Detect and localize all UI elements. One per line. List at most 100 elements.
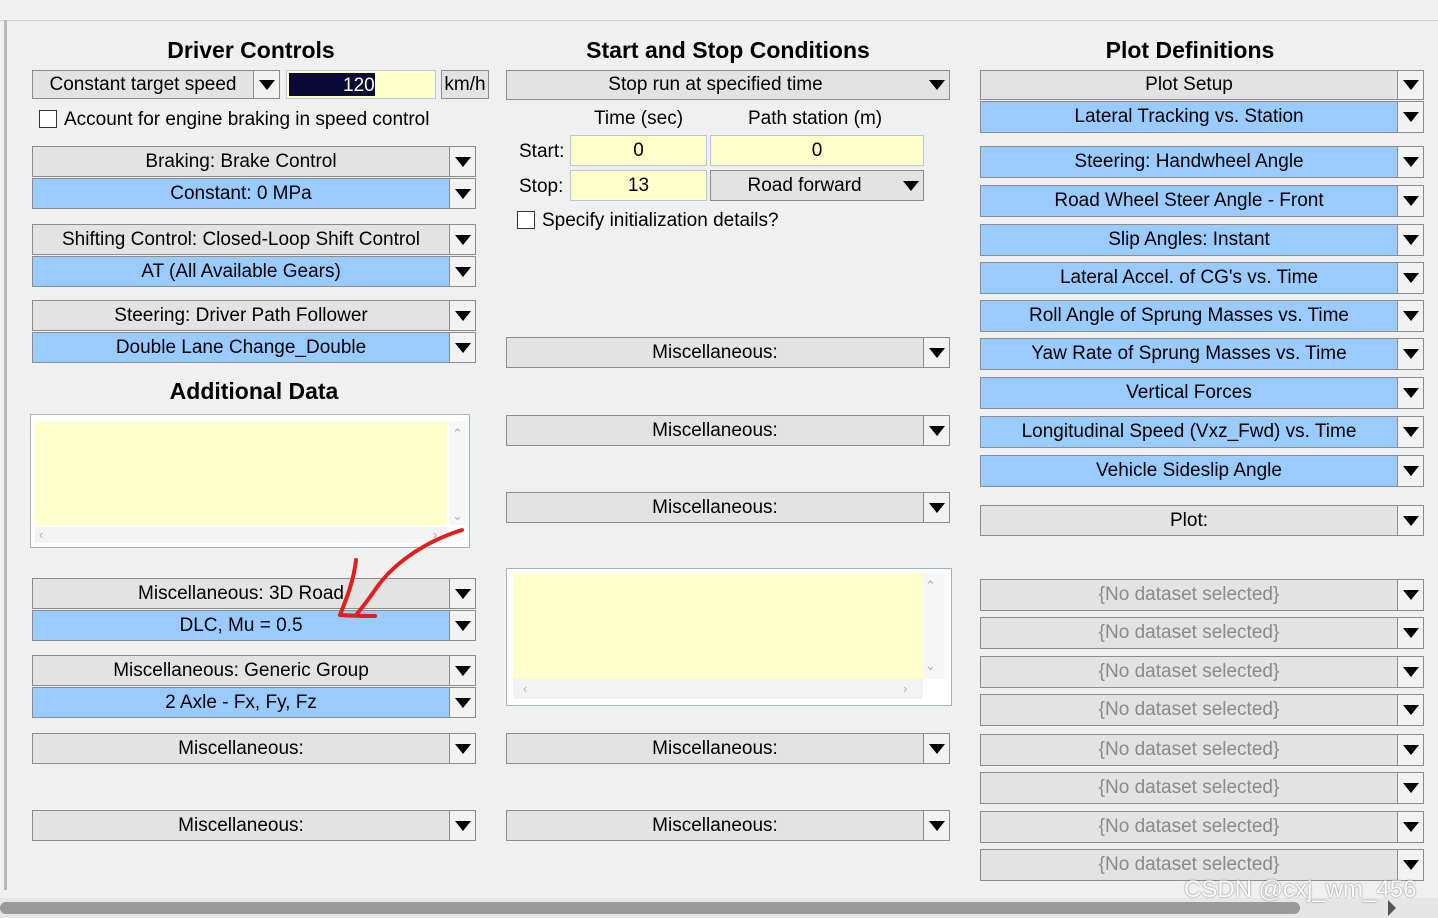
scroll-up-icon[interactable]: ⌃ bbox=[925, 579, 936, 592]
stop-station-dropdown[interactable]: Road forward bbox=[710, 170, 924, 201]
speed-mode-label: Constant target speed bbox=[49, 73, 237, 95]
chevron-down-icon[interactable] bbox=[449, 257, 475, 286]
chevron-down-icon[interactable] bbox=[1397, 812, 1423, 842]
misc-group-dataset-dropdown[interactable]: 2 Axle - Fx, Fy, Fz bbox=[32, 687, 476, 718]
speed-value-field[interactable]: 120 bbox=[286, 70, 436, 99]
scroll-left-icon[interactable]: ‹ bbox=[523, 682, 527, 695]
empty-plot-slot[interactable]: {No dataset selected} bbox=[980, 734, 1424, 766]
plot-item-label: Steering: Handwheel Angle bbox=[1074, 151, 1304, 172]
stop-mode-dropdown[interactable]: Stop run at specified time bbox=[506, 70, 950, 100]
misc-label: Miscellaneous: bbox=[178, 737, 304, 759]
chevron-down-icon[interactable] bbox=[449, 147, 475, 176]
chevron-down-icon[interactable] bbox=[1397, 456, 1423, 486]
braking-dropdown[interactable]: Braking: Brake Control bbox=[32, 146, 476, 177]
plot-item-dropdown[interactable]: Steering: Handwheel Angle bbox=[980, 146, 1424, 178]
chevron-down-icon[interactable] bbox=[923, 811, 949, 840]
chevron-down-icon[interactable] bbox=[449, 734, 475, 763]
chevron-down-icon[interactable] bbox=[1397, 301, 1423, 331]
misc-group-dropdown[interactable]: Miscellaneous: Generic Group bbox=[32, 655, 476, 686]
chevron-down-icon[interactable] bbox=[923, 734, 949, 763]
plot-item-dropdown[interactable]: Vertical Forces bbox=[980, 377, 1424, 409]
plot-item-dropdown[interactable]: Road Wheel Steer Angle - Front bbox=[980, 185, 1424, 217]
chevron-down-icon[interactable] bbox=[1397, 580, 1423, 610]
chevron-down-icon[interactable] bbox=[449, 179, 475, 208]
plot-item-dropdown[interactable]: Lateral Accel. of CG's vs. Time bbox=[980, 262, 1424, 294]
scroll-right-icon[interactable]: › bbox=[903, 682, 907, 695]
start-time-field[interactable]: 0 bbox=[570, 135, 707, 166]
chevron-down-icon[interactable] bbox=[449, 333, 475, 362]
plot-item-dropdown[interactable]: Yaw Rate of Sprung Masses vs. Time bbox=[980, 338, 1424, 370]
plot-dropdown[interactable]: Plot: bbox=[980, 505, 1424, 536]
braking-dataset-dropdown[interactable]: Constant: 0 MPa bbox=[32, 178, 476, 209]
misc-dropdown-5[interactable]: Miscellaneous: bbox=[506, 492, 950, 523]
misc-dropdown-2[interactable]: Miscellaneous: bbox=[32, 810, 476, 841]
chevron-down-icon[interactable] bbox=[449, 811, 475, 840]
horizontal-scrollbar[interactable] bbox=[513, 679, 923, 699]
steering-dataset-dropdown[interactable]: Double Lane Change_Double bbox=[32, 332, 476, 363]
chevron-down-icon[interactable] bbox=[898, 171, 923, 200]
empty-plot-slot[interactable]: {No dataset selected} bbox=[980, 811, 1424, 843]
chevron-down-icon[interactable] bbox=[923, 338, 949, 367]
engine-braking-checkbox[interactable] bbox=[39, 110, 57, 128]
empty-plot-slot[interactable]: {No dataset selected} bbox=[980, 617, 1424, 649]
chevron-down-icon[interactable] bbox=[923, 493, 949, 522]
chevron-down-icon[interactable] bbox=[1397, 225, 1423, 255]
plot-item-dropdown[interactable]: Longitudinal Speed (Vxz_Fwd) vs. Time bbox=[980, 416, 1424, 448]
additional-data-input-area[interactable] bbox=[35, 421, 447, 525]
chevron-down-icon[interactable] bbox=[449, 225, 475, 254]
scroll-left-icon[interactable]: ‹ bbox=[39, 528, 43, 541]
start-station-field[interactable]: 0 bbox=[710, 135, 924, 166]
braking-dataset-label: Constant: 0 MPa bbox=[170, 182, 312, 204]
scroll-down-icon[interactable]: ⌄ bbox=[925, 659, 936, 672]
chevron-down-icon[interactable] bbox=[1397, 735, 1423, 765]
plot-setup-dropdown[interactable]: Plot Setup bbox=[980, 70, 1424, 100]
misc-dropdown-1[interactable]: Miscellaneous: bbox=[32, 733, 476, 764]
chevron-down-icon[interactable] bbox=[1397, 102, 1423, 132]
chevron-down-icon[interactable] bbox=[1397, 695, 1423, 725]
chevron-down-icon[interactable] bbox=[449, 688, 475, 717]
engine-braking-label: Account for engine braking in speed cont… bbox=[64, 109, 430, 130]
start-stop-textarea[interactable]: ⌃ ⌄ ‹ › bbox=[506, 568, 952, 706]
speed-unit-button[interactable]: km/h bbox=[441, 70, 489, 99]
steering-label: Steering: Driver Path Follower bbox=[114, 304, 368, 326]
plot-item-dropdown[interactable]: Roll Angle of Sprung Masses vs. Time bbox=[980, 300, 1424, 332]
misc-dropdown-4[interactable]: Miscellaneous: bbox=[506, 415, 950, 446]
plot-item-dropdown[interactable]: Vehicle Sideslip Angle bbox=[980, 455, 1424, 487]
misc-dropdown-7[interactable]: Miscellaneous: bbox=[506, 810, 950, 841]
chevron-down-icon[interactable] bbox=[1397, 618, 1423, 648]
chevron-down-icon[interactable] bbox=[449, 301, 475, 330]
chevron-down-icon[interactable] bbox=[1397, 417, 1423, 447]
empty-plot-slot[interactable]: {No dataset selected} bbox=[980, 694, 1424, 726]
chevron-down-icon[interactable] bbox=[924, 71, 949, 99]
scrollbar-thumb[interactable] bbox=[0, 902, 1300, 914]
chevron-down-icon[interactable] bbox=[1397, 773, 1423, 803]
chevron-down-icon[interactable] bbox=[1397, 147, 1423, 177]
shifting-dropdown[interactable]: Shifting Control: Closed-Loop Shift Cont… bbox=[32, 224, 476, 255]
shifting-dataset-dropdown[interactable]: AT (All Available Gears) bbox=[32, 256, 476, 287]
chevron-down-icon[interactable] bbox=[449, 656, 475, 685]
misc-dropdown-3[interactable]: Miscellaneous: bbox=[506, 337, 950, 368]
plot-item-dropdown[interactable]: Lateral Tracking vs. Station bbox=[980, 101, 1424, 133]
chevron-down-icon[interactable] bbox=[923, 416, 949, 445]
chevron-down-icon[interactable] bbox=[1397, 186, 1423, 216]
chevron-down-icon[interactable] bbox=[1397, 71, 1423, 99]
chevron-down-icon[interactable] bbox=[1397, 339, 1423, 369]
chevron-down-icon[interactable] bbox=[1397, 263, 1423, 293]
chevron-down-icon[interactable] bbox=[253, 71, 279, 98]
chevron-down-icon[interactable] bbox=[1397, 506, 1423, 535]
scroll-up-icon[interactable]: ⌃ bbox=[452, 427, 463, 440]
plot-item-label: Yaw Rate of Sprung Masses vs. Time bbox=[1031, 343, 1347, 364]
speed-mode-dropdown[interactable]: Constant target speed bbox=[32, 70, 280, 99]
empty-plot-slot[interactable]: {No dataset selected} bbox=[980, 579, 1424, 611]
chevron-down-icon[interactable] bbox=[1397, 657, 1423, 687]
empty-plot-slot[interactable]: {No dataset selected} bbox=[980, 656, 1424, 688]
empty-plot-slot[interactable]: {No dataset selected} bbox=[980, 772, 1424, 804]
init-details-checkbox[interactable] bbox=[517, 211, 535, 229]
steering-dropdown[interactable]: Steering: Driver Path Follower bbox=[32, 300, 476, 331]
start-stop-input-area[interactable] bbox=[513, 573, 923, 679]
window-left-border bbox=[4, 20, 7, 890]
plot-item-dropdown[interactable]: Slip Angles: Instant bbox=[980, 224, 1424, 256]
stop-time-field[interactable]: 13 bbox=[570, 170, 707, 201]
misc-dropdown-6[interactable]: Miscellaneous: bbox=[506, 733, 950, 764]
chevron-down-icon[interactable] bbox=[1397, 378, 1423, 408]
